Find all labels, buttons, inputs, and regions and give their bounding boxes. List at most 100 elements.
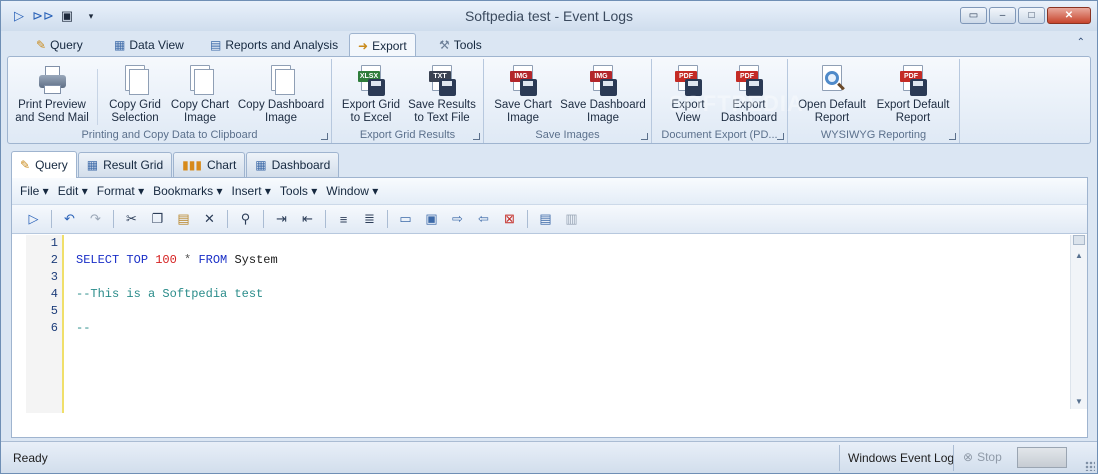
save-results-to-text-button[interactable]: TXT Save Results to Text File [404,63,480,125]
bookmark-prev-icon[interactable]: ⇦ [472,208,495,230]
vertical-scrollbar[interactable]: ▲ ▼ [1070,235,1087,409]
copy-icon [120,63,150,97]
document-area: ✎ Query ▦ Result Grid ▮▮▮ Chart ▦ Dashbo… [11,151,1091,438]
menu-tools[interactable]: Tools ▾ [280,184,317,198]
doc-tab-query[interactable]: ✎ Query [11,151,77,178]
reports-icon: ▤ [210,38,222,52]
bar-chart-icon: ▮▮▮ [182,158,202,172]
code-token: 100 [155,253,177,267]
code-token: SELECT [76,253,120,267]
export-default-report-button[interactable]: PDF Export Default Report [872,63,954,125]
app-window: ▷ ⊳⊳ ▣ ▾ Softpedia test - Event Logs ▭ –… [0,0,1098,474]
scroll-up-icon[interactable]: ▲ [1071,249,1087,263]
menu-bookmarks[interactable]: Bookmarks ▾ [153,184,222,198]
group-launcher-icon[interactable] [473,133,480,140]
find-icon[interactable]: ⚲ [234,208,257,230]
delete-icon[interactable]: ✕ [198,208,221,230]
open-default-report-button[interactable]: Open Default Report [794,63,870,125]
menu-format[interactable]: Format ▾ [97,184,144,198]
group-launcher-icon[interactable] [641,133,648,140]
maximize-icon[interactable]: □ [1018,7,1045,24]
menu-window[interactable]: Window ▾ [326,184,378,198]
ribbon-collapse-icon[interactable]: ⌃ [1077,37,1085,48]
sql-editor[interactable]: 1 2 3 4 5 6 SELECT TOP 100 * FROM System --Thi… [26,235,1086,413]
tools-icon: ⚒ [439,38,450,52]
scroll-thumb[interactable] [1073,235,1085,245]
copy-chart-image-button[interactable]: Copy Chart Image [167,63,233,125]
log-source: Windows Event Log [848,451,955,465]
bookmark-toggle-icon[interactable]: ▣ [420,208,443,230]
tab-tools[interactable]: ⚒ Tools [431,33,490,57]
dashboard-icon: ▦ [255,158,267,172]
progress-box [1017,447,1067,468]
document-tabs: ✎ Query ▦ Result Grid ▮▮▮ Chart ▦ Dashbo… [11,151,340,178]
scroll-down-icon[interactable]: ▼ [1071,395,1087,409]
line-number: 4 [50,287,58,301]
tab-reports-and-analysis[interactable]: ▤ Reports and Analysis [202,33,346,57]
code-line: --This is a Softpedia test [76,286,278,303]
code-token: --This is a Softpedia test [76,287,264,301]
copy-dashboard-image-button[interactable]: Copy Dashboard Image [236,63,326,125]
bookmark-clear-icon[interactable]: ⊠ [498,208,521,230]
redo-icon[interactable]: ↷ [84,208,107,230]
line-number: 2 [50,253,58,267]
status-text: Ready [13,451,48,465]
group-launcher-icon[interactable] [777,133,784,140]
doc-tab-dashboard[interactable]: ▦ Dashboard [246,152,340,177]
print-preview-button[interactable]: Print Preview and Send Mail [14,63,90,125]
bookmark-next-icon[interactable]: ⇨ [446,208,469,230]
grid-icon: ▦ [86,158,99,172]
tab-export[interactable]: ➜ Export [349,33,416,57]
group-launcher-icon[interactable] [949,133,956,140]
menu-bar: File ▾ Edit ▾ Format ▾ Bookmarks ▾ Inser… [12,178,1087,204]
txt-file-icon: TXT [427,63,457,97]
menu-edit[interactable]: Edit ▾ [58,184,88,198]
resize-grip[interactable] [1085,461,1095,471]
doc-tab-chart[interactable]: ▮▮▮ Chart [173,152,246,177]
tab-data-view[interactable]: ▦ Data View [106,33,192,57]
save-chart-image-button[interactable]: IMG Save Chart Image [488,63,558,125]
stop-button[interactable]: ⊗ Stop [963,450,1002,464]
code-token: FROM [198,253,228,267]
copy-grid-selection-button[interactable]: Copy Grid Selection [102,63,168,125]
img-file-icon: IMG [508,63,538,97]
properties-icon[interactable]: ▤ [534,208,557,230]
outdent-icon[interactable]: ⇤ [296,208,319,230]
data-view-icon: ▦ [114,38,126,52]
title-bar: ▷ ⊳⊳ ▣ ▾ Softpedia test - Event Logs ▭ –… [1,1,1097,31]
cut-icon[interactable]: ✂ [120,208,143,230]
execute-icon[interactable]: ▷ [22,208,45,230]
ribbon: Print Preview and Send Mail Copy Grid Se… [7,56,1091,144]
menu-file[interactable]: File ▾ [20,184,49,198]
restore-to-tray-icon[interactable]: ▭ [960,7,987,24]
code-token: TOP [126,253,149,267]
undo-icon[interactable]: ↶ [58,208,81,230]
copy-icon[interactable]: ❐ [146,208,169,230]
comment-icon[interactable]: ≡ [332,208,355,230]
xlsx-file-icon: XLSX [356,63,386,97]
options-icon[interactable]: ▥ [560,208,583,230]
code-token: System [227,253,278,267]
menu-insert[interactable]: Insert ▾ [232,184,271,198]
bookmark-icon[interactable]: ▭ [394,208,417,230]
group-printing: Print Preview and Send Mail Copy Grid Se… [8,59,332,143]
window-title: Softpedia test - Event Logs [464,8,634,24]
uncomment-icon[interactable]: ≣ [358,208,381,230]
doc-tab-result-grid[interactable]: ▦ Result Grid [77,152,173,177]
code-line: -- [76,320,278,337]
close-icon[interactable]: ✕ [1047,7,1091,24]
indent-icon[interactable]: ⇥ [270,208,293,230]
group-launcher-icon[interactable] [321,133,328,140]
export-grid-to-excel-button[interactable]: XLSX Export Grid to Excel [338,63,404,125]
paste-icon[interactable]: ▤ [172,208,195,230]
save-dashboard-image-button[interactable]: IMG Save Dashboard Image [558,63,648,125]
query-icon: ✎ [36,38,47,52]
tab-query[interactable]: ✎ Query [28,33,91,57]
magnifier-report-icon [817,63,847,97]
code-line: SELECT TOP 100 * FROM System [76,252,278,269]
status-bar: Ready Windows Event Log ⊗ Stop [1,441,1097,473]
minimize-icon[interactable]: – [989,7,1016,24]
line-number-gutter: 1 2 3 4 5 6 [26,235,62,413]
